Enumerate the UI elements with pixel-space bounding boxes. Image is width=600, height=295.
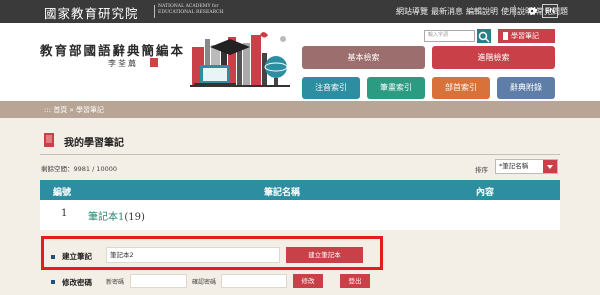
radical-index-button[interactable]: 部首索引: [432, 77, 490, 99]
search-placeholder: 輸入字詞: [428, 32, 449, 38]
appendix-button[interactable]: 辭典附錄: [497, 77, 555, 99]
notebook-icon: [503, 32, 508, 40]
sort-value: *筆記名稱: [499, 162, 529, 170]
naer-logo[interactable]: 國家教育研究院: [44, 3, 139, 22]
storage-remaining: 剩餘空間：9981 / 10000: [41, 165, 118, 173]
breadcrumb-current: 學習筆記: [76, 106, 105, 114]
advanced-search-button[interactable]: 進階檢索: [432, 46, 555, 69]
change-password-button[interactable]: 修改: [293, 274, 323, 288]
page-title: 我的學習筆記: [64, 138, 124, 149]
notebook-title-icon: [44, 133, 54, 147]
calligrapher-signature: 李荃萹: [108, 59, 138, 68]
chevron-down-icon[interactable]: [543, 160, 557, 173]
logout-button[interactable]: 登出: [340, 274, 370, 288]
notebook-name: 筆記本1: [88, 212, 125, 223]
language-button[interactable]: EN: [542, 4, 558, 18]
header-illustration: [190, 32, 290, 87]
row-number: 1: [61, 208, 68, 219]
stroke-index-button[interactable]: 筆畫索引: [367, 77, 425, 99]
search-input[interactable]: 輸入字詞: [424, 30, 475, 42]
new-password-input[interactable]: [130, 274, 187, 288]
table-row: 1 筆記本1(19): [40, 200, 560, 230]
confirm-password-label: 確認密碼: [192, 279, 217, 286]
basic-search-button[interactable]: 基本檢索: [302, 46, 425, 69]
nav-news[interactable]: 最新消息: [431, 7, 463, 16]
search-button[interactable]: [477, 29, 491, 43]
learning-notes-button[interactable]: 學習筆記: [498, 29, 555, 43]
create-notebook-label: 建立筆記: [62, 252, 92, 261]
naer-logo-english: NATIONAL ACADEMY for EDUCATIONAL RESEARC…: [158, 4, 224, 16]
nav-editorial[interactable]: 編輯說明: [466, 7, 498, 16]
bullet-icon: [51, 280, 55, 284]
learning-notes-label: 學習筆記: [511, 32, 539, 40]
nav-sitemap[interactable]: 網站導覽: [396, 7, 428, 16]
gear-icon[interactable]: [526, 5, 538, 17]
sort-select[interactable]: *筆記名稱: [495, 159, 558, 174]
search-icon: [478, 31, 490, 43]
top-bar: 國家教育研究院 NATIONAL ACADEMY for EDUCATIONAL…: [0, 0, 600, 23]
create-notebook-button[interactable]: 建立筆記本: [286, 247, 363, 263]
breadcrumb-text: ::: 首頁 » 學習筆記: [44, 105, 104, 115]
sort-label: 排序: [475, 166, 488, 174]
col-number: 編號: [53, 188, 72, 198]
logo-divider: [154, 5, 155, 18]
site-header: 教育部國語辭典簡編本 李荃萹 輸入字詞 學習筆記 基本檢索 進階檢索 注音索引 …: [0, 23, 600, 101]
breadcrumb-home[interactable]: 首頁: [53, 106, 67, 114]
breadcrumb-separator: »: [67, 106, 77, 114]
notebook-link[interactable]: 筆記本1(19): [88, 208, 145, 223]
logo-en-line2: EDUCATIONAL RESEARCH: [158, 10, 224, 15]
change-password-label: 修改密碼: [62, 278, 92, 287]
new-password-label: 新密碼: [106, 279, 125, 286]
title-divider: [40, 154, 560, 155]
breadcrumb-prefix: :::: [44, 106, 54, 114]
topbar-divider: [514, 5, 515, 17]
confirm-password-input[interactable]: [221, 274, 287, 288]
col-notebook-name: 筆記名稱: [264, 188, 301, 198]
breadcrumb: ::: 首頁 » 學習筆記: [0, 101, 600, 118]
site-title[interactable]: 教育部國語辭典簡編本: [40, 40, 185, 59]
notebook-count: (19): [124, 212, 145, 223]
bullet-icon: [51, 255, 55, 259]
seal-stamp: [150, 58, 158, 67]
col-content: 內容: [476, 188, 495, 198]
zhuyin-index-button[interactable]: 注音索引: [302, 77, 360, 99]
notebook-name-input[interactable]: 筆記本2: [106, 247, 280, 263]
table-header: 編號 筆記名稱 內容: [40, 180, 560, 200]
